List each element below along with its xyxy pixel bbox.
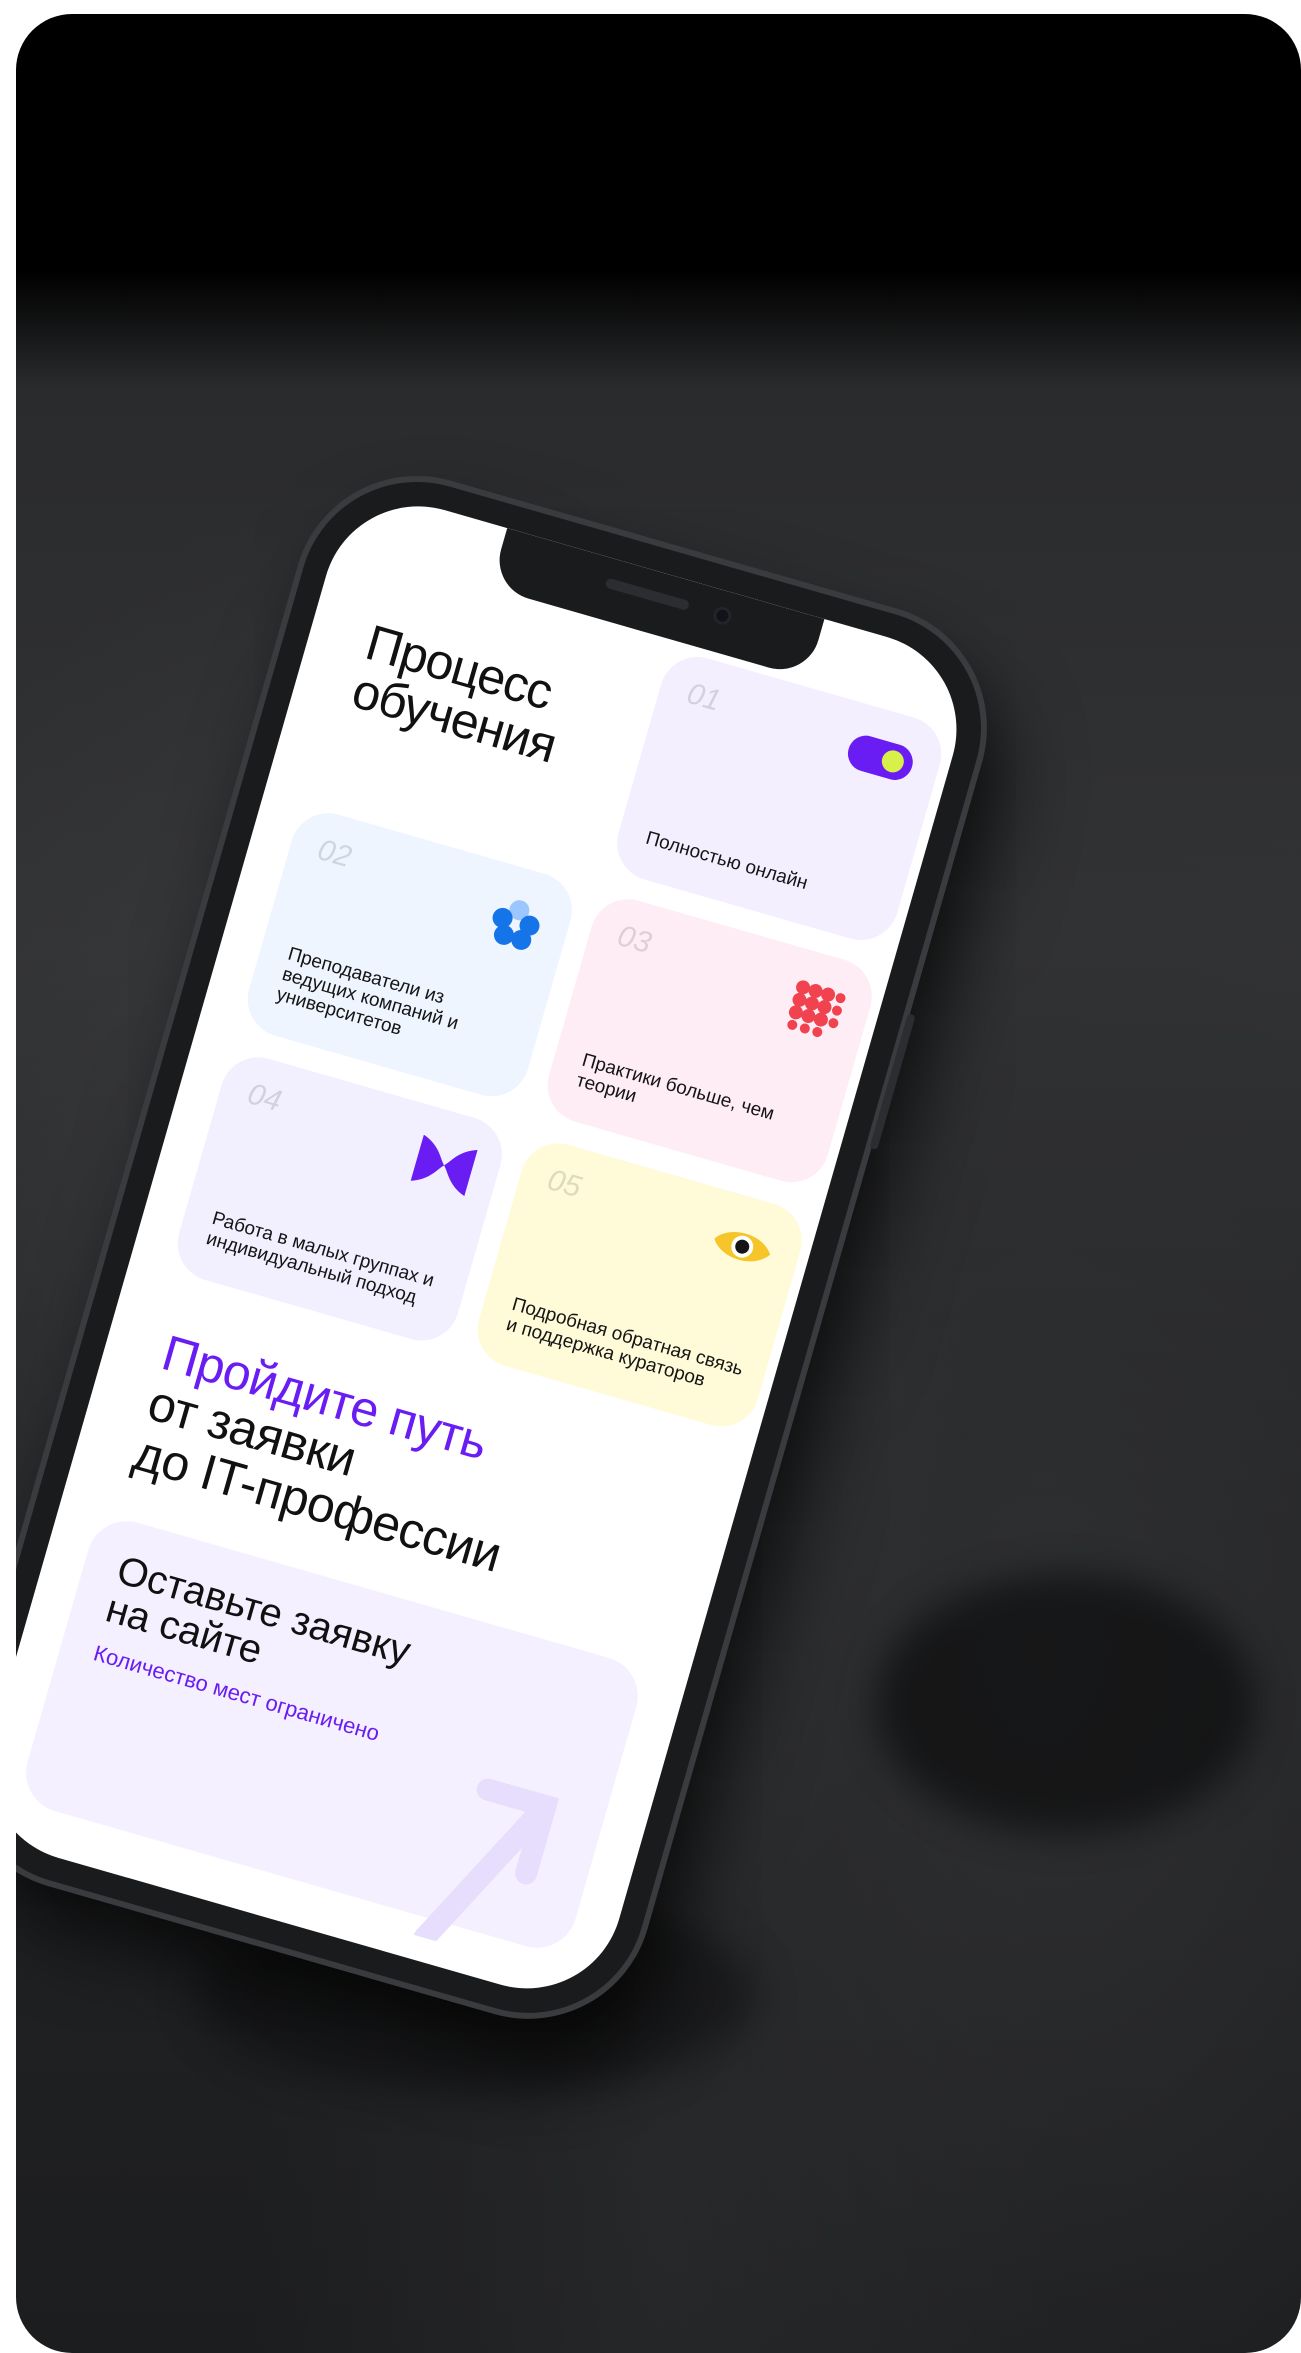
card-number: 05 [543, 1163, 585, 1205]
smartphone: Процесс обучения 01 Полностью онлайн 02 [16, 454, 1009, 2041]
phone-notch [490, 528, 825, 679]
card-number: 03 [613, 919, 655, 961]
photo-background: Процесс обучения 01 Полностью онлайн 02 [16, 14, 1301, 2353]
feature-card-practice: 03 Практики больше, чем теории [538, 890, 881, 1192]
section-title: Процесс обучения [346, 614, 624, 785]
card-text: Практики больше, чем теории [573, 1049, 777, 1125]
feature-card-feedback: 05 Подробная обратная связь и поддержка … [468, 1134, 811, 1436]
feature-card-teachers: 02 Преподаватели из ведущих компаний и у… [238, 804, 581, 1106]
eye-icon [706, 1219, 778, 1279]
dots-grid-icon [782, 978, 848, 1047]
card-number: 01 [683, 676, 725, 718]
phone-screen: Процесс обучения 01 Полностью онлайн 02 [16, 483, 980, 2012]
card-text: Преподаватели из ведущих компаний и унив… [273, 943, 461, 1040]
card-text: Подробная обратная связь и поддержка кур… [503, 1293, 746, 1392]
feature-card-online: 01 Полностью онлайн [608, 647, 951, 950]
side-button [869, 1013, 916, 1151]
card-text: Полностью онлайн [643, 827, 811, 895]
arrow-icon [413, 1778, 560, 1949]
feature-card-groups: 04 Работа в малых группах и индивидуальн… [168, 1048, 511, 1350]
toggle-icon [842, 731, 917, 789]
bowtie-icon [409, 1134, 478, 1201]
card-text: Работа в малых группах и индивидуальный … [203, 1207, 437, 1309]
speaker-grille [604, 577, 691, 611]
front-camera [711, 604, 734, 627]
flower-icon [482, 892, 548, 961]
card-number: 02 [313, 833, 356, 875]
rock-shadow [876, 1574, 1256, 1834]
card-number: 04 [243, 1077, 286, 1119]
